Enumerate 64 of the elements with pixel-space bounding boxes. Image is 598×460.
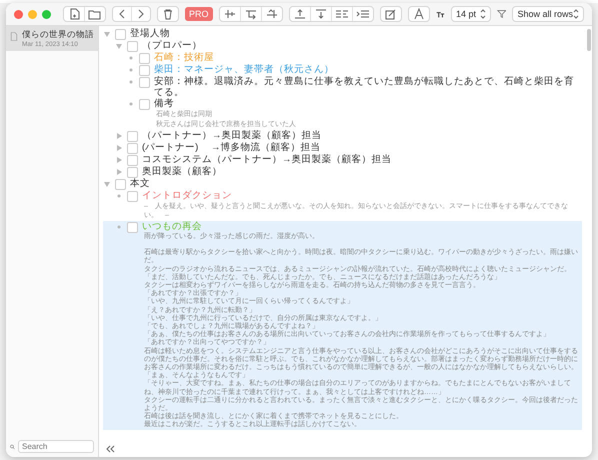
document-icon xyxy=(10,29,18,44)
tray-up-icon xyxy=(292,8,307,20)
checkbox[interactable] xyxy=(127,143,138,154)
row-label: いつもの再会 xyxy=(142,221,202,232)
checkbox[interactable] xyxy=(127,191,138,202)
search-icon xyxy=(10,442,15,452)
zoom-button[interactable] xyxy=(42,10,51,18)
checkbox[interactable] xyxy=(139,53,150,64)
row-label: 柴田：マネージャ、妻帯者（秋元さん） xyxy=(154,64,334,75)
collapsed-triangle-icon[interactable] xyxy=(115,144,123,152)
stepper-arrows-icon xyxy=(480,8,486,20)
checkbox[interactable] xyxy=(127,167,138,178)
bullet-icon xyxy=(127,78,135,86)
row-label: 登場人物 xyxy=(130,28,170,39)
folder-icon xyxy=(88,8,102,20)
row-filter-select[interactable]: Show all rows xyxy=(512,6,584,22)
row-label: 石崎：技術屋 xyxy=(154,52,214,63)
select-arrows-icon xyxy=(573,8,579,20)
checkbox[interactable] xyxy=(115,179,126,190)
checkbox[interactable] xyxy=(127,222,138,233)
expanded-triangle-icon[interactable] xyxy=(103,180,111,188)
row-label: （プロパー） xyxy=(142,40,202,51)
expanded-triangle-icon[interactable] xyxy=(103,30,111,38)
indent-icon xyxy=(356,8,370,20)
checkbox[interactable] xyxy=(139,65,150,76)
collapsed-triangle-icon[interactable] xyxy=(115,156,123,164)
font-icon xyxy=(412,8,426,20)
search-field[interactable]: Search xyxy=(18,440,94,453)
outdent-icon xyxy=(334,8,349,20)
row-branch-icon xyxy=(244,8,258,20)
checkbox[interactable] xyxy=(127,155,138,166)
minimize-button[interactable] xyxy=(28,10,37,18)
document-title: 僕らの世界の物語 xyxy=(22,29,94,41)
expanded-triangle-icon[interactable] xyxy=(115,42,123,50)
font-size-stepper[interactable]: 14 pt xyxy=(451,6,491,22)
collapsed-triangle-icon[interactable] xyxy=(115,132,123,140)
checkbox[interactable] xyxy=(139,99,150,110)
row-label: 本文 xyxy=(130,178,150,189)
checkbox[interactable] xyxy=(127,41,138,52)
row-label: イントロダクション xyxy=(142,190,232,201)
scrollbar-thumb[interactable] xyxy=(587,29,591,51)
row-label: コスモシステム（パートナー）→奥田製薬（顧客）担当 xyxy=(142,154,392,165)
bullet-icon xyxy=(127,100,135,108)
row-plus-icon xyxy=(222,8,237,20)
edit-note-icon xyxy=(384,8,398,20)
trash-icon xyxy=(161,8,175,20)
checkbox[interactable] xyxy=(115,29,126,40)
bullet-icon xyxy=(115,223,123,231)
row-label: 奥田製薬（顧客） xyxy=(142,166,222,177)
close-button[interactable] xyxy=(14,10,23,18)
checkbox[interactable] xyxy=(139,77,150,88)
tray-down-icon xyxy=(314,8,328,20)
bullet-icon xyxy=(127,54,135,62)
collapse-sidebar-icon xyxy=(105,444,115,454)
row-label: (パートナー) →博多物流（顧客）担当 xyxy=(142,142,320,153)
collapsed-triangle-icon[interactable] xyxy=(115,168,123,176)
row-arrow-icon xyxy=(264,8,279,20)
filter-icon xyxy=(496,8,506,20)
checkbox[interactable] xyxy=(127,131,138,142)
bullet-icon xyxy=(115,192,123,200)
row-label: （パートナー）→奥田製薬（顧客）担当 xyxy=(142,130,322,141)
row-label: 安部：神様。退職済み。元々豊島に仕事を教えていた豊島が転職したあとで、石崎と柴田を育てる。 xyxy=(154,76,575,98)
row-label: 備考 xyxy=(154,98,174,109)
bullet-icon xyxy=(127,66,135,74)
